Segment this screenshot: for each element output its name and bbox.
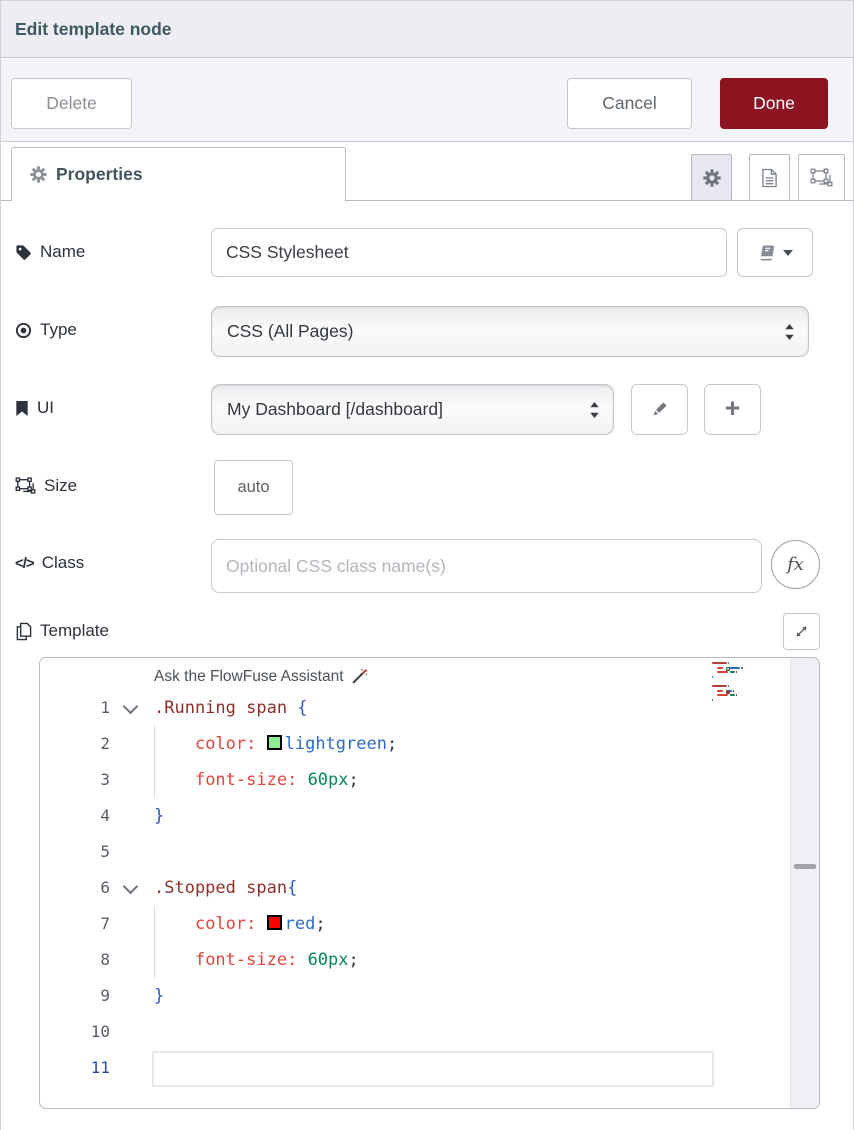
book-icon: [757, 244, 776, 262]
code-line[interactable]: 6 .Stopped span{: [40, 870, 819, 906]
line-number: 11: [40, 1050, 110, 1086]
line-number: 9: [40, 978, 110, 1014]
select-carets-icon: [589, 400, 600, 419]
code-icon: </>: [15, 555, 34, 572]
document-icon: [761, 168, 778, 188]
line-number: 1: [40, 690, 110, 726]
code-text: .Stopped span{: [154, 870, 297, 906]
delete-button[interactable]: Delete: [11, 78, 132, 129]
chevron-down-icon: [783, 250, 793, 256]
ui-select-value: My Dashboard [/dashboard]: [227, 399, 443, 420]
line-number: 4: [40, 798, 110, 834]
scrollbar-thumb[interactable]: [794, 864, 816, 869]
gear-icon: [703, 169, 721, 187]
line-number: 8: [40, 942, 110, 978]
code-line[interactable]: 7 color: red;: [40, 906, 819, 942]
current-line-highlight: [152, 1051, 714, 1087]
tab-bar: Properties: [1, 142, 853, 201]
tab-properties-label: Properties: [56, 164, 143, 185]
code-line[interactable]: 8 font-size: 60px;: [40, 942, 819, 978]
line-number: 7: [40, 906, 110, 942]
bookmark-icon: [15, 400, 29, 417]
tab-properties[interactable]: Properties: [11, 147, 346, 201]
type-label: Type: [15, 319, 77, 341]
size-label: Size: [15, 475, 77, 497]
object-selection-icon: [810, 168, 833, 188]
pencil-icon: [650, 400, 669, 419]
line-number: 6: [40, 870, 110, 906]
name-label: Name: [15, 241, 85, 263]
cancel-button[interactable]: Cancel: [567, 78, 692, 129]
class-label: </> Class: [15, 552, 84, 574]
description-view-button[interactable]: [749, 154, 790, 201]
select-carets-icon: [784, 322, 795, 341]
code-text: font-size: 60px;: [154, 942, 359, 978]
code-line[interactable]: 5: [40, 834, 819, 870]
ui-select[interactable]: My Dashboard [/dashboard]: [211, 384, 614, 435]
fx-expression-button[interactable]: fx: [771, 540, 820, 589]
class-input[interactable]: [211, 539, 762, 593]
dialog-title: Edit template node: [15, 1, 172, 57]
code-line[interactable]: 3 font-size: 60px;: [40, 762, 819, 798]
code-line[interactable]: 4}: [40, 798, 819, 834]
template-label: Template: [15, 620, 109, 642]
code-text: }: [154, 978, 164, 1014]
expand-editor-button[interactable]: [783, 613, 820, 650]
name-input[interactable]: [211, 228, 727, 277]
color-swatch[interactable]: [267, 735, 282, 750]
line-number: 5: [40, 834, 110, 870]
action-button-row: Delete Cancel Done: [1, 59, 853, 142]
plus-icon: +: [725, 395, 741, 422]
type-select[interactable]: CSS (All Pages): [211, 306, 809, 357]
template-code-editor[interactable]: Ask the FlowFuse Assistant 1.Running spa…: [39, 657, 820, 1109]
code-lines: 1.Running span {2 color: lightgreen;3 fo…: [40, 658, 819, 1108]
size-auto-button[interactable]: auto: [214, 460, 293, 515]
tag-icon: [15, 244, 32, 261]
edit-ui-button[interactable]: [631, 384, 688, 435]
fx-icon: fx: [787, 554, 804, 575]
fold-chevron-icon[interactable]: [123, 879, 139, 895]
name-options-button[interactable]: [737, 228, 813, 277]
line-number: 2: [40, 726, 110, 762]
add-ui-button[interactable]: +: [704, 384, 761, 435]
overview-ruler: [790, 658, 819, 1108]
properties-view-button[interactable]: [691, 154, 732, 201]
code-line[interactable]: 11: [40, 1050, 819, 1086]
minimap[interactable]: [712, 662, 790, 722]
expand-icon: [794, 624, 809, 639]
code-line[interactable]: 2 color: lightgreen;: [40, 726, 819, 762]
code-text: color: red;: [154, 906, 326, 942]
target-icon: [15, 322, 32, 339]
line-number: 10: [40, 1014, 110, 1050]
code-text: .Running span {: [154, 690, 308, 726]
fold-chevron-icon[interactable]: [123, 699, 139, 715]
ui-label: UI: [15, 397, 54, 419]
code-line[interactable]: 1 .Running span {: [40, 690, 819, 726]
code-line[interactable]: 9}: [40, 978, 819, 1014]
code-text: color: lightgreen;: [154, 726, 397, 762]
appearance-view-button[interactable]: [798, 154, 845, 201]
type-select-value: CSS (All Pages): [227, 321, 353, 342]
object-selection-icon: [15, 477, 36, 495]
code-text: }: [154, 798, 164, 834]
done-button[interactable]: Done: [720, 78, 828, 129]
line-number: 3: [40, 762, 110, 798]
code-text: font-size: 60px;: [154, 762, 359, 798]
copy-pages-icon: [15, 622, 32, 641]
color-swatch[interactable]: [267, 915, 282, 930]
dialog-header: Edit template node: [1, 1, 853, 58]
code-line[interactable]: 10: [40, 1014, 819, 1050]
edit-template-dialog: Edit template node Delete Cancel Done Pr…: [0, 0, 854, 1130]
gear-icon: [30, 166, 47, 183]
